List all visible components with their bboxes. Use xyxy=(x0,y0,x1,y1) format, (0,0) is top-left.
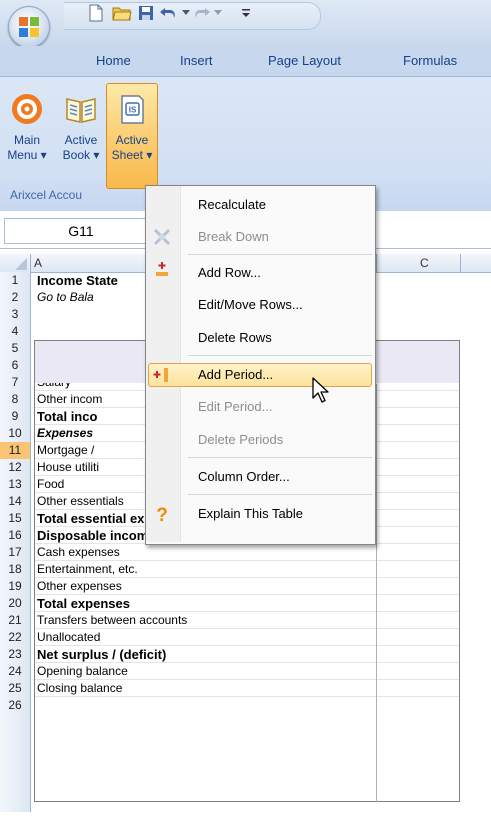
menu-item-delete-periods[interactable]: Delete Periods xyxy=(198,429,283,451)
active-sheet-label-line1: Active xyxy=(115,133,149,147)
row-header-12[interactable]: 12 xyxy=(0,459,30,476)
mouse-pointer-icon xyxy=(312,377,329,403)
name-box[interactable]: G11 xyxy=(4,218,158,244)
tab-home[interactable]: Home xyxy=(96,53,131,71)
menu-item-edit-move-rows[interactable]: Edit/Move Rows... xyxy=(198,294,303,316)
sheet-icon-text: IS xyxy=(129,106,137,115)
row-header-24[interactable]: 24 xyxy=(0,663,30,680)
menu-item-delete-rows[interactable]: Delete Rows xyxy=(198,327,272,349)
redo-dropdown-icon[interactable] xyxy=(212,3,224,23)
menu-item-edit-period[interactable]: Edit Period... xyxy=(198,396,272,418)
undo-icon[interactable] xyxy=(158,3,178,23)
menu-item-break-down[interactable]: Break Down xyxy=(198,226,269,248)
row-header-17[interactable]: 17 xyxy=(0,544,30,561)
active-sheet-label-line2: Sheet ▾ xyxy=(111,148,153,162)
add-row-icon xyxy=(150,258,174,280)
target-icon xyxy=(12,94,42,124)
office-button[interactable] xyxy=(8,6,50,48)
redo-icon[interactable] xyxy=(192,3,212,23)
menu-item-add-row[interactable]: Add Row... xyxy=(198,262,261,284)
main-menu-label-line1: Main xyxy=(13,133,40,147)
row-header-23[interactable]: 23 xyxy=(0,646,30,663)
active-book-label-line2: Book ▾ xyxy=(62,148,100,162)
menu-item-explain-table[interactable]: Explain This Table xyxy=(198,503,303,525)
customize-dropdown-icon[interactable] xyxy=(236,3,256,23)
row-header-5[interactable]: 5 xyxy=(0,340,30,357)
row-header-10[interactable]: 10 xyxy=(0,425,30,442)
row-header-7[interactable]: 7 xyxy=(0,374,30,391)
break-down-icon xyxy=(150,226,174,248)
menu-item-column-order[interactable]: Column Order... xyxy=(198,466,290,488)
column-divider xyxy=(376,254,377,272)
row-header-18[interactable]: 18 xyxy=(0,561,30,578)
undo-dropdown-icon[interactable] xyxy=(180,3,192,23)
active-book-label-line1: Active xyxy=(64,133,98,147)
menu-item-add-period[interactable]: Add Period... xyxy=(198,364,273,386)
tab-formulas[interactable]: Formulas xyxy=(403,53,457,71)
row-header-1[interactable]: 1 xyxy=(0,272,30,289)
tab-insert[interactable]: Insert xyxy=(180,53,213,71)
menu-item-recalculate[interactable]: Recalculate xyxy=(198,194,266,216)
row-header-9[interactable]: 9 xyxy=(0,408,30,425)
row-header-8[interactable]: 8 xyxy=(0,391,30,408)
row-header-13[interactable]: 13 xyxy=(0,476,30,493)
column-header-c[interactable]: C xyxy=(420,254,460,272)
open-folder-icon[interactable] xyxy=(112,3,132,23)
row-header-3[interactable]: 3 xyxy=(0,306,30,323)
open-book-icon xyxy=(66,98,96,123)
menu-separator xyxy=(188,494,372,495)
main-menu-label-line2: Menu ▾ xyxy=(7,148,47,162)
select-all-corner[interactable] xyxy=(0,254,31,272)
menu-separator xyxy=(188,254,372,255)
add-period-icon xyxy=(150,364,174,386)
row-header-2[interactable]: 2 xyxy=(0,289,30,306)
row-header-14[interactable]: 14 xyxy=(0,493,30,510)
menu-separator xyxy=(188,355,372,356)
main-menu-button[interactable]: Main Menu ▾ xyxy=(2,84,52,188)
tab-page-layout[interactable]: Page Layout xyxy=(268,53,341,71)
column-header-a[interactable]: A xyxy=(34,254,114,272)
svg-text:?: ? xyxy=(156,505,168,524)
row-header-26[interactable]: 26 xyxy=(0,697,30,714)
row-header-15[interactable]: 15 xyxy=(0,510,30,527)
sheet-icon: IS xyxy=(121,95,144,124)
active-sheet-button[interactable]: IS Active Sheet ▾ xyxy=(106,83,158,189)
row-header-22[interactable]: 22 xyxy=(0,629,30,646)
row-header-20[interactable]: 20 xyxy=(0,595,30,612)
column-divider xyxy=(460,254,461,272)
new-document-icon[interactable] xyxy=(86,3,106,23)
active-book-button[interactable]: Active Book ▾ xyxy=(56,84,106,188)
menu-separator xyxy=(188,457,372,458)
row-header-6[interactable]: 6 xyxy=(0,357,30,374)
row-header-19[interactable]: 19 xyxy=(0,578,30,595)
save-icon[interactable] xyxy=(136,3,156,23)
row-header-11[interactable]: 11 xyxy=(0,442,30,459)
row-header-25[interactable]: 25 xyxy=(0,680,30,697)
row-header-4[interactable]: 4 xyxy=(0,323,30,340)
help-question-icon: ? xyxy=(150,503,174,525)
office-logo-icon xyxy=(19,17,39,37)
row-header-21[interactable]: 21 xyxy=(0,612,30,629)
row-header-16[interactable]: 16 xyxy=(0,527,30,544)
table-column-divider xyxy=(376,384,377,802)
